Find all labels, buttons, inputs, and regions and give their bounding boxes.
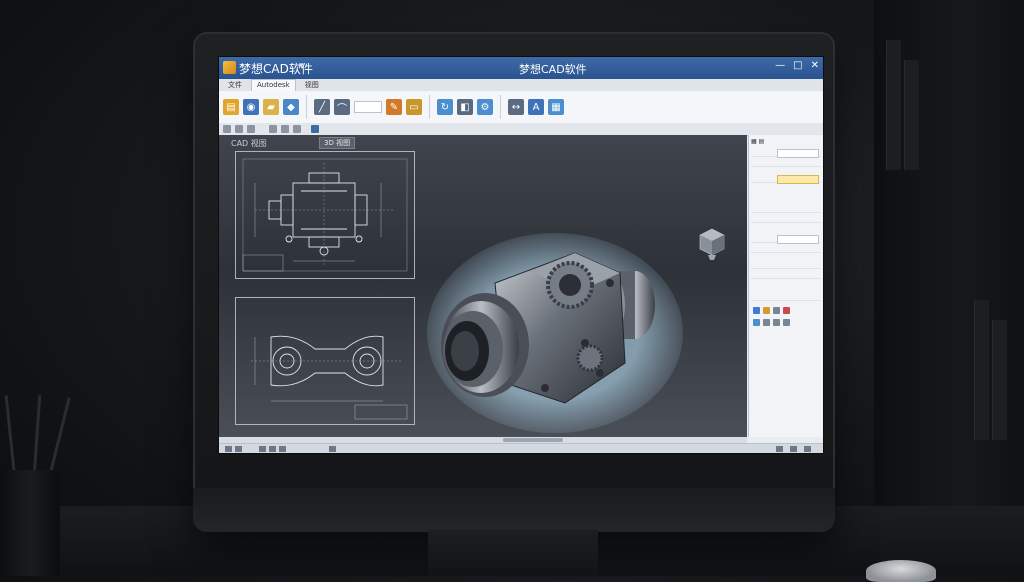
book: [992, 320, 1007, 440]
tool-icon[interactable]: [783, 319, 790, 326]
close-button[interactable]: ✕: [811, 60, 819, 71]
property-icon-row: [753, 319, 790, 326]
color-swatch-icon[interactable]: [783, 307, 790, 314]
status-icon[interactable]: [269, 446, 276, 452]
property-row[interactable]: [751, 271, 821, 279]
tab-autodesk[interactable]: Autodesk: [251, 79, 296, 91]
pencil-icon[interactable]: ✎: [386, 99, 402, 115]
tool-icon[interactable]: [269, 125, 277, 133]
pen-holder: [0, 470, 60, 576]
book: [886, 40, 901, 170]
folder-icon[interactable]: ▰: [263, 99, 279, 115]
properties-panel-title: ▦ ▤: [751, 138, 765, 145]
tab-view[interactable]: 视图: [300, 79, 324, 91]
mirror-icon[interactable]: ◧: [457, 99, 473, 115]
ribbon-separator: [306, 95, 307, 119]
3d-gear-housing-model[interactable]: [425, 223, 685, 433]
status-icon[interactable]: [804, 446, 811, 452]
text-tool-icon[interactable]: A: [528, 99, 544, 115]
ribbon-separator: [500, 95, 501, 119]
property-input-highlighted[interactable]: [777, 175, 819, 184]
technical-drawing-top-view[interactable]: [235, 151, 415, 279]
measure-icon[interactable]: ▭: [406, 99, 422, 115]
tab-3d-view[interactable]: 3D 视图: [319, 137, 356, 149]
arc-tool-icon[interactable]: ⌒: [334, 99, 350, 115]
tab-file[interactable]: 文件: [223, 79, 247, 91]
status-icon[interactable]: [790, 446, 797, 452]
rotate-icon[interactable]: ↻: [437, 99, 453, 115]
monitor-stand: [428, 530, 598, 576]
minimize-button[interactable]: —: [775, 60, 785, 71]
property-row[interactable]: [751, 261, 821, 269]
ribbon-toolbar: ▤ ◉ ▰ ◆ ╱ ⌒ ✎ ▭ ↻ ◧ ⚙ ↔ A ▦: [219, 91, 823, 124]
property-input[interactable]: [777, 235, 819, 244]
line-tool-icon[interactable]: ╱: [314, 99, 330, 115]
technical-drawing-side-view[interactable]: [235, 297, 415, 425]
tool-icon[interactable]: [763, 319, 770, 326]
tool-icon[interactable]: [753, 319, 760, 326]
property-row[interactable]: [751, 149, 821, 158]
tool-icon[interactable]: [235, 125, 243, 133]
property-icon-row: [753, 307, 790, 314]
scrollbar-thumb[interactable]: [503, 438, 563, 442]
property-row[interactable]: [751, 215, 821, 223]
window-title: 梦想CAD软件: [519, 63, 587, 76]
property-row[interactable]: [751, 175, 821, 184]
tool-icon[interactable]: [223, 125, 231, 133]
drawing-workspace[interactable]: CAD 视图 3D 视图: [219, 135, 747, 453]
property-input[interactable]: [777, 149, 819, 158]
color-swatch-icon[interactable]: [773, 307, 780, 314]
book: [974, 300, 989, 440]
computer-mouse: [866, 560, 936, 582]
tool-icon[interactable]: [773, 319, 780, 326]
status-icon[interactable]: [279, 446, 286, 452]
property-row[interactable]: [751, 235, 821, 244]
app-logo-icon: [223, 61, 236, 74]
dimension-icon[interactable]: ↔: [508, 99, 524, 115]
property-row[interactable]: [751, 293, 821, 301]
book: [904, 60, 919, 170]
color-swatch-icon[interactable]: [763, 307, 770, 314]
window-controls: — □ ✕: [775, 60, 819, 71]
ribbon-separator: [429, 95, 430, 119]
cad-application-window: 梦想CAD软件 ▾ 梦想CAD软件 — □ ✕ 文件 Autodesk 视图 ▤…: [218, 56, 824, 454]
property-row[interactable]: [751, 245, 821, 253]
color-swatch-icon[interactable]: [753, 307, 760, 314]
maximize-button[interactable]: □: [793, 60, 802, 71]
status-icon[interactable]: [259, 446, 266, 452]
property-row[interactable]: [751, 205, 821, 213]
ribbon-tabs: 文件 Autodesk 视图: [219, 79, 823, 91]
save-icon[interactable]: ◉: [243, 99, 259, 115]
property-row[interactable]: [751, 159, 821, 167]
tool-icon[interactable]: [281, 125, 289, 133]
ribbon-dropdown[interactable]: [354, 101, 382, 113]
status-icon[interactable]: [235, 446, 242, 452]
layers-icon[interactable]: ▦: [548, 99, 564, 115]
settings-icon[interactable]: ⚙: [477, 99, 493, 115]
view-cube-icon[interactable]: [697, 225, 727, 261]
cube-icon[interactable]: ◆: [283, 99, 299, 115]
title-bar: 梦想CAD软件 ▾ 梦想CAD软件 — □ ✕: [219, 57, 823, 79]
status-bar: [219, 443, 823, 453]
bookshelf: [874, 0, 1024, 576]
properties-panel: ▦ ▤: [748, 135, 823, 437]
status-icon[interactable]: [225, 446, 232, 452]
tool-icon[interactable]: [247, 125, 255, 133]
quick-access-dropdown-icon[interactable]: ▾: [299, 61, 304, 71]
status-icon[interactable]: [329, 446, 336, 452]
monitor-chin: [193, 488, 835, 532]
tool-icon[interactable]: [311, 125, 319, 133]
tool-icon[interactable]: [293, 125, 301, 133]
view-label: CAD 视图: [231, 139, 267, 148]
open-icon[interactable]: ▤: [223, 99, 239, 115]
status-icon[interactable]: [776, 446, 783, 452]
